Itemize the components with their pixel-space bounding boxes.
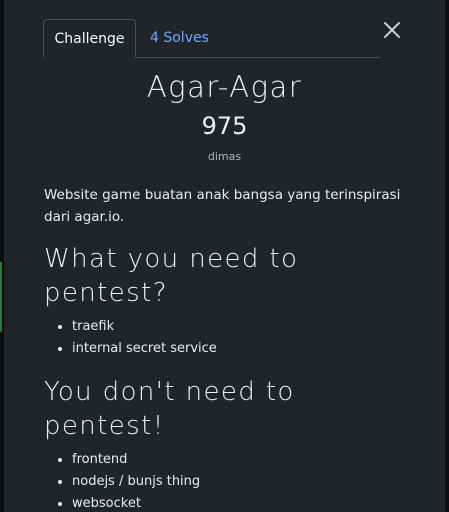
list-item: websocket [72, 493, 200, 512]
close-button[interactable] [380, 18, 404, 42]
tab-solves[interactable]: 4 Solves [150, 19, 209, 57]
section-heading-no-pentest: You don't need to pentest! [44, 377, 295, 441]
challenge-modal: Challenge 4 Solves Agar-Agar 975 dimas W… [4, 0, 445, 512]
list-item: internal secret service [72, 338, 217, 360]
section-heading-need-pentest: What you need to pentest? [44, 244, 299, 308]
list-item: nodejs / bunjs thing [72, 471, 200, 493]
tab-challenge[interactable]: Challenge [43, 19, 136, 58]
list-item: frontend [72, 449, 200, 471]
challenge-points: 975 [201, 112, 248, 140]
challenge-author: dimas [207, 150, 242, 163]
challenge-title: Agar-Agar [146, 70, 303, 104]
backdrop-right-edge [445, 0, 449, 512]
in-scope-list: traefik internal secret service [44, 316, 217, 360]
modal-tabs: Challenge 4 Solves [43, 19, 381, 58]
backdrop-accent-strip [0, 262, 2, 332]
out-of-scope-list: frontend nodejs / bunjs thing websocket [44, 449, 200, 512]
list-item: traefik [72, 316, 217, 338]
challenge-description: Website game buatan anak bangsa yang ter… [44, 187, 401, 225]
close-icon [384, 22, 400, 38]
